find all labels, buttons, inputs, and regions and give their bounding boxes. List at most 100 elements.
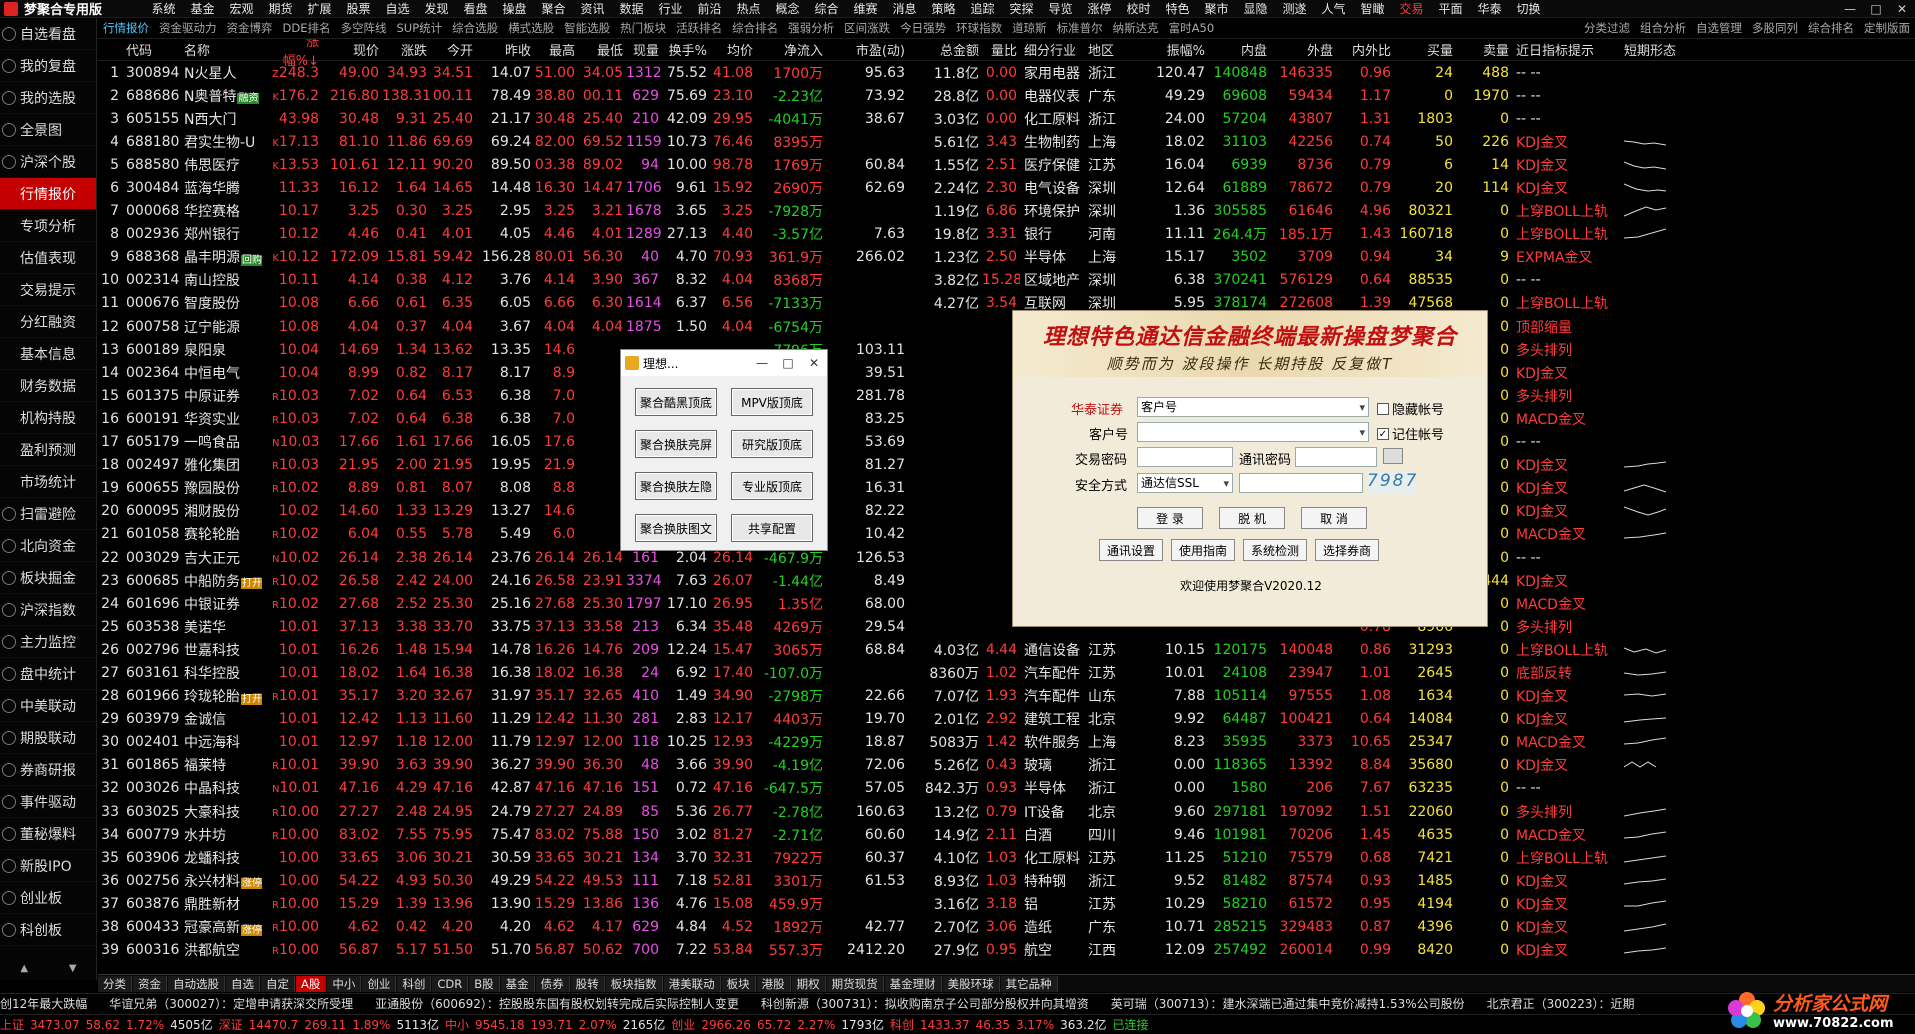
stock-name[interactable]: 中船防务 <box>184 574 240 590</box>
subtab-18[interactable]: 纳斯达克 <box>1108 20 1164 36</box>
table-row[interactable]: 28 601966 玲珑轮胎 打开 R10.01 35.17 3.20 32.67 31.97 3… <box>98 685 1915 708</box>
hide-account-checkbox[interactable]: 隐藏帐号 <box>1377 399 1444 418</box>
table-row[interactable]: 38 600433 冠豪高新 涨停 R10.00 4.62 0.42 4.20 4.20 4.62… <box>98 915 1915 938</box>
market-tab-10[interactable]: B股 <box>469 975 500 992</box>
sidebar-item-14[interactable]: 市场统计 <box>0 466 96 498</box>
market-tab-7[interactable]: 创业 <box>362 975 397 992</box>
column-header-1[interactable]: 代码 <box>122 40 180 59</box>
subtab-19[interactable]: 富时A50 <box>1164 20 1220 36</box>
stock-name[interactable]: 辽宁能源 <box>184 320 240 336</box>
market-tab-3[interactable]: 自选 <box>226 975 260 992</box>
menu-item-31[interactable]: 智瞰 <box>1353 0 1392 17</box>
menu-item-14[interactable]: 前沿 <box>690 0 729 17</box>
market-tab-9[interactable]: CDR <box>432 975 469 992</box>
table-row[interactable]: 19600655豫园股份R10.028.890.818.078.088.8-50… <box>98 477 1915 500</box>
stock-name[interactable]: 一鸣食品 <box>184 435 240 451</box>
column-header-17[interactable]: 量比 <box>982 40 1020 59</box>
stock-name[interactable]: 中恒电气 <box>184 366 240 382</box>
sidebar-item-23[interactable]: 券商研报 <box>0 754 96 786</box>
column-header-21[interactable]: 内盘 <box>1208 40 1270 59</box>
stock-name[interactable]: 玲珑轮胎 <box>184 689 240 705</box>
menu-item-24[interactable]: 涨停 <box>1080 0 1119 17</box>
close-icon[interactable]: ✕ <box>1889 2 1915 16</box>
stock-name[interactable]: 美诺华 <box>184 620 226 636</box>
subtab-right-4[interactable]: 综合排名 <box>1803 20 1859 36</box>
stock-name[interactable]: 豫园股份 <box>184 481 240 497</box>
news-ticker[interactable]: 创12年最大跌幅 华谊兄弟（300027）：定增申请获深交所受理 亚通股份（6006… <box>0 993 1915 1013</box>
table-row[interactable]: 31 601865 福莱特 R10.01 39.90 3.63 39.90 36.27 39.9… <box>98 754 1915 777</box>
skin-button-4[interactable]: 聚合换肤左隐 <box>635 472 717 500</box>
column-header-15[interactable]: 市盈(动) <box>826 40 908 59</box>
menu-item-26[interactable]: 特色 <box>1158 0 1197 17</box>
column-header-25[interactable]: 卖量 <box>1456 40 1512 59</box>
stock-name[interactable]: 洪都航空 <box>184 943 240 959</box>
stock-name[interactable]: 赛轮轮胎 <box>184 527 240 543</box>
menu-item-12[interactable]: 数据 <box>612 0 651 17</box>
column-header-9[interactable]: 最高 <box>534 40 578 59</box>
column-header-6[interactable]: 涨跌 <box>382 40 430 59</box>
subtab-6[interactable]: 综合选股 <box>447 20 503 36</box>
skin-button-0[interactable]: 聚合酷黑顶底 <box>635 388 717 416</box>
table-row[interactable]: 11 000676 智度股份 10.08 6.66 0.61 6.35 6.05 6.66 6.3… <box>98 292 1915 315</box>
menu-item-6[interactable]: 自选 <box>378 0 417 17</box>
sidebar-item-25[interactable]: 董秘爆料 <box>0 818 96 850</box>
sidebar-item-28[interactable]: 科创板 <box>0 914 96 946</box>
menu-item-29[interactable]: 测遂 <box>1275 0 1314 17</box>
stock-name[interactable]: 龙蟠科技 <box>184 851 240 867</box>
market-tab-14[interactable]: 板块指数 <box>605 975 663 992</box>
market-tab-5[interactable]: A股 <box>296 975 327 992</box>
menu-item-18[interactable]: 维赛 <box>846 0 885 17</box>
sidebar-item-11[interactable]: 财务数据 <box>0 370 96 402</box>
sidebar-item-8[interactable]: 交易提示 <box>0 274 96 306</box>
menu-item-5[interactable]: 股票 <box>339 0 378 17</box>
skin-button-2[interactable]: 聚合换肤亮屏 <box>635 430 717 458</box>
menu-item-35[interactable]: 切换 <box>1509 0 1548 17</box>
stock-name[interactable]: N火星人 <box>184 66 236 82</box>
subtab-13[interactable]: 区间涨跌 <box>839 20 895 36</box>
sidebar-item-15[interactable]: 扫雷避险 <box>0 498 96 530</box>
menu-item-30[interactable]: 人气 <box>1314 0 1353 17</box>
menu-item-10[interactable]: 聚合 <box>534 0 573 17</box>
menu-item-9[interactable]: 操盘 <box>495 0 534 17</box>
news-item-2[interactable]: 亚通股份（600692）：控股股东国有股权划转完成后实际控制人变更 <box>375 995 739 1012</box>
column-header-7[interactable]: 今开 <box>430 40 476 59</box>
maximize-icon[interactable]: □ <box>1863 2 1889 16</box>
column-header-13[interactable]: 均价 <box>710 40 756 59</box>
menu-item-27[interactable]: 聚市 <box>1197 0 1236 17</box>
menu-item-13[interactable]: 行业 <box>651 0 690 17</box>
menu-item-21[interactable]: 追踪 <box>963 0 1002 17</box>
market-tab-6[interactable]: 中小 <box>327 975 362 992</box>
close-icon[interactable]: ✕ <box>801 356 827 370</box>
subtab-right-0[interactable]: 分类过滤 <box>1579 20 1635 36</box>
sidebar-item-0[interactable]: 自选看盘 <box>0 18 96 50</box>
subtab-1[interactable]: 资金驱动力 <box>154 20 222 36</box>
table-row[interactable]: 18 002497 雅化集团 R10.03 21.95 2.00 21.95 19.95 21.… <box>98 454 1915 477</box>
subtab-10[interactable]: 活跃排名 <box>671 20 727 36</box>
table-row[interactable]: 7 000068 华控赛格 10.17 3.25 0.30 3.25 2.95 3.25 3.21… <box>98 200 1915 223</box>
user-guide-button[interactable]: 使用指南 <box>1171 539 1235 561</box>
menu-item-7[interactable]: 发现 <box>417 0 456 17</box>
table-row[interactable]: 12 600758 辽宁能源 10.08 4.04 0.37 4.04 3.67 4.04 4.0… <box>98 315 1915 338</box>
stock-name[interactable]: 福莱特 <box>184 758 226 774</box>
stock-name[interactable]: 泉阳泉 <box>184 343 226 359</box>
market-tab-15[interactable]: 港美联动 <box>663 975 721 992</box>
sidebar-item-18[interactable]: 沪深指数 <box>0 594 96 626</box>
sidebar-item-22[interactable]: 期股联动 <box>0 722 96 754</box>
stock-name[interactable]: 大豪科技 <box>184 805 240 821</box>
stock-name[interactable]: 吉大正元 <box>184 551 240 567</box>
table-row[interactable]: 35 603906 龙蟠科技 10.00 33.65 3.06 30.21 30.59 33.6… <box>98 846 1915 869</box>
sidebar-item-5[interactable]: 行情报价 <box>0 178 96 210</box>
menu-item-16[interactable]: 概念 <box>768 0 807 17</box>
table-row[interactable]: 23 600685 中船防务 打开 R10.02 26.58 2.42 24.00 24.16 2… <box>98 569 1915 592</box>
scroll-up-icon[interactable]: ▲ <box>20 963 28 979</box>
sidebar-item-1[interactable]: 我的复盘 <box>0 50 96 82</box>
news-item-5[interactable]: 北京君正（300223）：近期 <box>1487 995 1635 1012</box>
subtab-right-5[interactable]: 定制版面 <box>1859 20 1915 36</box>
skin-button-7[interactable]: 共享配置 <box>731 514 813 542</box>
news-item-1[interactable]: 华谊兄弟（300027）：定增申请获深交所受理 <box>109 995 353 1012</box>
sidebar-item-10[interactable]: 基本信息 <box>0 338 96 370</box>
cancel-button[interactable]: 取 消 <box>1301 507 1367 529</box>
stock-name[interactable]: 华资实业 <box>184 412 240 428</box>
subtab-9[interactable]: 热门板块 <box>615 20 671 36</box>
menu-item-22[interactable]: 突探 <box>1002 0 1041 17</box>
